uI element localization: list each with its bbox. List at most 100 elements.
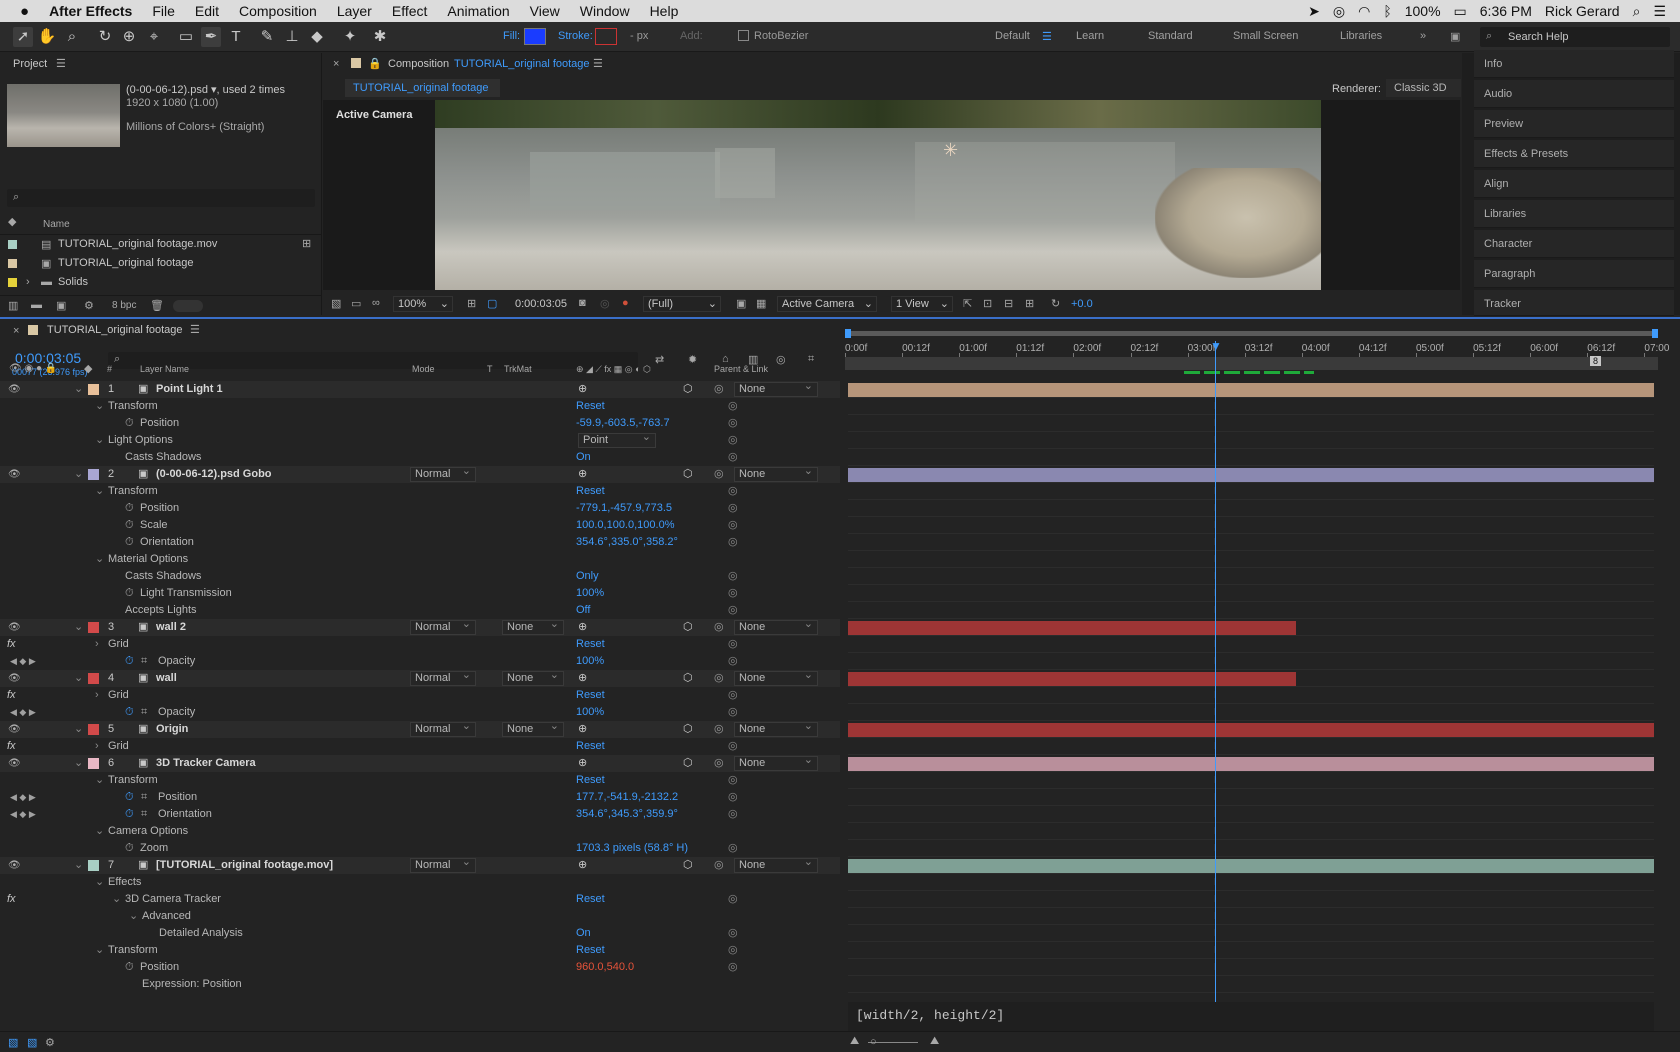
expression-pickwhip-icon[interactable]: ◎ [728, 517, 738, 534]
property-row[interactable]: ⏱Scale100.0,100.0,100.0%◎I [0, 517, 1217, 534]
tracker-panel-tab[interactable]: Tracker [1474, 290, 1674, 316]
stopwatch-icon[interactable]: ⏱ [125, 500, 134, 517]
current-time-indicator[interactable] [1215, 341, 1216, 1011]
menu-view[interactable]: View [520, 3, 570, 19]
expression-pickwhip-icon[interactable]: ◎ [728, 483, 738, 500]
property-row[interactable]: ⏱Light Transmission100%◎I [0, 585, 1217, 602]
expand-chevron-icon[interactable]: › [95, 687, 99, 704]
expression-pickwhip-icon[interactable]: ◎ [728, 789, 738, 806]
expression-pickwhip-icon[interactable]: ◎ [728, 585, 738, 602]
project-item[interactable]: ▤ TUTORIAL_original footage.mov ⊞ [0, 236, 322, 253]
property-row[interactable]: ⏱◀ ◆ ▶⌗Position177.7,-541.9,-2132.2◎I [0, 789, 1217, 806]
property-row[interactable]: ⌄TransformReset◎I [0, 942, 1217, 959]
three-d-switch-icon[interactable]: ⬡ [683, 857, 693, 874]
property-row[interactable]: ⌄AdvancedI [0, 908, 1217, 925]
three-d-switch-icon[interactable]: ⬡ [683, 721, 693, 738]
label-color-swatch[interactable] [88, 469, 99, 480]
expression-pickwhip-icon[interactable]: ◎ [728, 602, 738, 619]
layer-name[interactable]: wall 2 [156, 619, 186, 636]
new-comp-icon[interactable]: ▣ [56, 299, 66, 312]
stopwatch-icon[interactable]: ⏱ [125, 534, 134, 551]
property-row[interactable]: ⌄EffectsI [0, 874, 1217, 891]
property-row[interactable]: ⌄TransformReset◎I [0, 772, 1217, 789]
property-row[interactable]: ⌄TransformReset◎I [0, 398, 1217, 415]
stopwatch-active-icon[interactable]: ⏱ [125, 789, 134, 806]
flowchart-icon[interactable]: ⊞ [302, 237, 311, 250]
libraries-panel-tab[interactable]: Libraries [1474, 200, 1674, 228]
stroke-width[interactable]: - px [630, 30, 648, 42]
eraser-tool-icon[interactable]: ◆ [307, 27, 327, 47]
reset-link[interactable]: Reset [576, 636, 605, 653]
three-d-switch-icon[interactable]: ⬡ [683, 619, 693, 636]
new-folder-icon[interactable]: ▬ [31, 299, 42, 311]
project-title[interactable]: Project [13, 58, 47, 70]
layer-name[interactable]: [TUTORIAL_original footage.mov] [156, 857, 333, 874]
expand-chevron-icon[interactable]: ⌄ [95, 942, 104, 959]
track-matte-select[interactable]: None [502, 618, 564, 635]
expand-chevron-icon[interactable]: ⌄ [129, 908, 138, 925]
work-area-end[interactable] [1652, 329, 1658, 338]
parent-column-header[interactable]: Parent & Link [714, 364, 768, 374]
expand-chevron-icon[interactable]: ⌄ [74, 381, 83, 398]
transfer-controls-icon[interactable]: ▧ [27, 1036, 37, 1049]
pick-whip-icon[interactable]: ◎ [714, 381, 724, 398]
expand-chevron-icon[interactable]: ⌄ [112, 891, 121, 908]
chevron-right-icon[interactable]: › [26, 276, 30, 288]
blend-mode-select[interactable]: Normal [410, 669, 476, 686]
expression-text[interactable]: [width/2, height/2] [856, 1008, 1004, 1023]
expand-chevron-icon[interactable]: ⌄ [95, 874, 104, 891]
keyframe-navigator-icon[interactable]: ◀ ◆ ▶ [10, 653, 36, 670]
stopwatch-active-icon[interactable]: ⏱ [125, 653, 134, 670]
expression-pickwhip-icon[interactable]: ◎ [728, 500, 738, 517]
composition-tab[interactable]: TUTORIAL_original footage [345, 79, 500, 97]
layer-switches-icon[interactable]: ▧ [8, 1036, 18, 1049]
fx-icon[interactable]: fx [7, 891, 16, 908]
workspace-learn[interactable]: Learn [1076, 30, 1104, 42]
graph-editor-icon[interactable]: ⌗ [808, 353, 814, 366]
expression-pickwhip-icon[interactable]: ◎ [728, 704, 738, 721]
pick-whip-icon[interactable]: ◎ [714, 619, 724, 636]
menu-animation[interactable]: Animation [437, 3, 519, 19]
number-column-header[interactable]: # [107, 364, 112, 374]
window-icon[interactable]: ▣ [1450, 30, 1460, 43]
property-row[interactable]: Detailed AnalysisOn◎I [0, 925, 1217, 942]
preview-panel-tab[interactable]: Preview [1474, 110, 1674, 138]
fx-icon[interactable]: fx [7, 738, 16, 755]
app-menu[interactable]: After Effects [39, 3, 142, 19]
apple-icon[interactable]: ● [0, 3, 39, 20]
expand-chevron-icon[interactable]: ⌄ [74, 721, 83, 738]
stroke-swatch[interactable] [595, 28, 617, 45]
interpret-footage-icon[interactable]: ▥ [8, 299, 18, 312]
zoom-select[interactable]: 100% ⌄ [393, 296, 453, 312]
composition-mini-flowchart-icon[interactable]: ⇄ [655, 353, 664, 366]
layer-name-column-header[interactable]: Layer Name [140, 364, 189, 374]
blend-mode-select[interactable]: Normal [410, 465, 476, 482]
expression-pickwhip-icon[interactable]: ◎ [728, 942, 738, 959]
expression-pickwhip-icon[interactable]: ◎ [728, 568, 738, 585]
puppet-pin-icon[interactable]: ✱ [370, 27, 390, 47]
expand-chevron-icon[interactable]: ⌄ [74, 466, 83, 483]
parent-select[interactable]: None [734, 754, 818, 771]
property-row[interactable]: Casts ShadowsOnly◎I [0, 568, 1217, 585]
property-row[interactable]: ⏱◀ ◆ ▶⌗Orientation354.6°,345.3°,359.9°◎I [0, 806, 1217, 823]
mode-column-header[interactable]: Mode [412, 364, 435, 374]
keyframe-navigator-icon[interactable]: ◀ ◆ ▶ [10, 789, 36, 806]
layer-duration-bar[interactable] [848, 383, 1654, 397]
grid-icon[interactable]: ⊞ [467, 297, 476, 310]
parent-select[interactable]: None [734, 720, 818, 737]
project-item[interactable]: › ▬ Solids [0, 274, 322, 291]
bpc-label[interactable]: 8 bpc [112, 300, 136, 311]
layer-row[interactable]: 👁 ⌄ 2 ▣ (0-00-06-12).psd Gobo Normal ⊕ ⬡ ◎ None [0, 465, 1654, 483]
reset-link[interactable]: Reset [576, 483, 605, 500]
zoom-tool-icon[interactable]: ⌕ [62, 27, 82, 47]
expand-chevron-icon[interactable]: ⌄ [95, 823, 104, 840]
graph-icon[interactable]: ⌗ [141, 806, 147, 823]
layer-name[interactable]: wall [156, 670, 177, 687]
shy-switch-icon[interactable]: ⊕ [578, 619, 587, 636]
t-column-header[interactable]: T [487, 364, 493, 374]
motion-blur-icon[interactable]: ◎ [776, 353, 786, 366]
zoom-slider-handle[interactable]: ○ [870, 1036, 877, 1048]
blend-mode-select[interactable]: Normal [410, 720, 476, 737]
track-matte-select[interactable]: None [502, 669, 564, 686]
comp-marker[interactable]: 8 [1590, 356, 1602, 366]
